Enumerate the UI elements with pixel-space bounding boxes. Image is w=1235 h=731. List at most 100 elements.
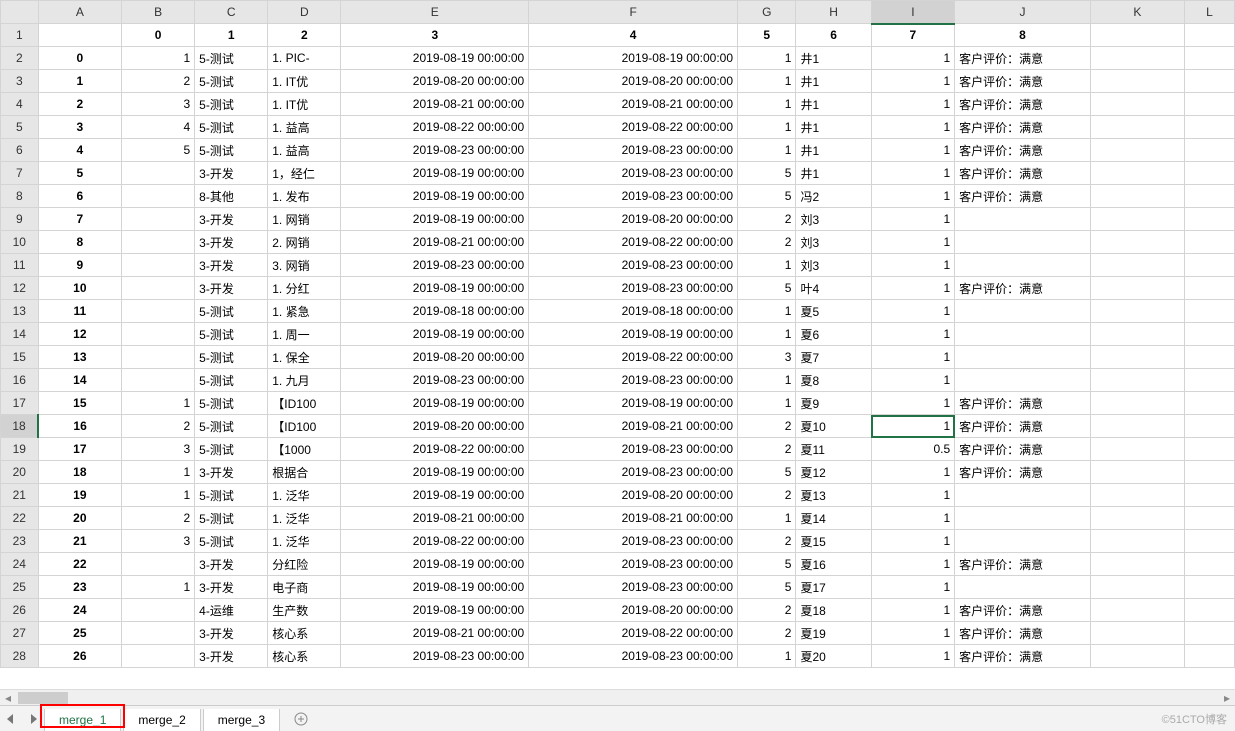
cell-G23[interactable]: 2: [738, 530, 796, 553]
tab-scroll-right-icon[interactable]: [22, 708, 44, 730]
tab-scroll-left-icon[interactable]: [0, 708, 22, 730]
cell-F12[interactable]: 2019-08-23 00:00:00: [529, 277, 738, 300]
row-header-26[interactable]: 26: [1, 599, 39, 622]
column-header-D[interactable]: D: [268, 1, 341, 24]
cell-J6[interactable]: 客户评价：满意: [955, 139, 1091, 162]
cell-A2[interactable]: 0: [38, 47, 122, 70]
row-header-1[interactable]: 1: [1, 24, 39, 47]
cell-K23[interactable]: [1090, 530, 1184, 553]
cell-G28[interactable]: 1: [738, 645, 796, 668]
row-header-28[interactable]: 28: [1, 645, 39, 668]
cell-F15[interactable]: 2019-08-22 00:00:00: [529, 346, 738, 369]
row-header-10[interactable]: 10: [1, 231, 39, 254]
cell-E19[interactable]: 2019-08-22 00:00:00: [341, 438, 529, 461]
cell-A19[interactable]: 17: [38, 438, 122, 461]
cell-K10[interactable]: [1090, 231, 1184, 254]
cell-G3[interactable]: 1: [738, 70, 796, 93]
cell-D14[interactable]: 1. 周一: [268, 323, 341, 346]
cell-J27[interactable]: 客户评价：满意: [955, 622, 1091, 645]
cell-I27[interactable]: 1: [871, 622, 955, 645]
cell-J28[interactable]: 客户评价：满意: [955, 645, 1091, 668]
horizontal-scrollbar[interactable]: ◂ ▸: [0, 689, 1235, 705]
cell-D8[interactable]: 1. 发布: [268, 185, 341, 208]
cell-B11[interactable]: [122, 254, 195, 277]
cell-I12[interactable]: 1: [871, 277, 955, 300]
cell-I3[interactable]: 1: [871, 70, 955, 93]
cell-H26[interactable]: 夏18: [796, 599, 871, 622]
cell-B12[interactable]: [122, 277, 195, 300]
cell-F13[interactable]: 2019-08-18 00:00:00: [529, 300, 738, 323]
cell-K15[interactable]: [1090, 346, 1184, 369]
cell-D25[interactable]: 电子商: [268, 576, 341, 599]
cell-D15[interactable]: 1. 保全: [268, 346, 341, 369]
cell-I18[interactable]: 1: [871, 415, 955, 438]
cell-K24[interactable]: [1090, 553, 1184, 576]
cell-H1[interactable]: 6: [796, 24, 871, 47]
cell-K1[interactable]: [1090, 24, 1184, 47]
cell-A9[interactable]: 7: [38, 208, 122, 231]
cell-G26[interactable]: 2: [738, 599, 796, 622]
row-header-20[interactable]: 20: [1, 461, 39, 484]
cell-E3[interactable]: 2019-08-20 00:00:00: [341, 70, 529, 93]
cell-C26[interactable]: 4-运维: [195, 599, 268, 622]
cell-G16[interactable]: 1: [738, 369, 796, 392]
cell-E14[interactable]: 2019-08-19 00:00:00: [341, 323, 529, 346]
cell-L21[interactable]: [1184, 484, 1234, 507]
cell-E9[interactable]: 2019-08-19 00:00:00: [341, 208, 529, 231]
cell-E28[interactable]: 2019-08-23 00:00:00: [341, 645, 529, 668]
cell-E10[interactable]: 2019-08-21 00:00:00: [341, 231, 529, 254]
cell-F22[interactable]: 2019-08-21 00:00:00: [529, 507, 738, 530]
cell-K25[interactable]: [1090, 576, 1184, 599]
cell-C8[interactable]: 8-其他: [195, 185, 268, 208]
cell-E7[interactable]: 2019-08-19 00:00:00: [341, 162, 529, 185]
cell-C3[interactable]: 5-测试: [195, 70, 268, 93]
cell-E2[interactable]: 2019-08-19 00:00:00: [341, 47, 529, 70]
cell-J17[interactable]: 客户评价：满意: [955, 392, 1091, 415]
row-header-9[interactable]: 9: [1, 208, 39, 231]
cell-B24[interactable]: [122, 553, 195, 576]
row-header-4[interactable]: 4: [1, 93, 39, 116]
cell-B3[interactable]: 2: [122, 70, 195, 93]
cell-B21[interactable]: 1: [122, 484, 195, 507]
cell-H4[interactable]: 井1: [796, 93, 871, 116]
cell-F21[interactable]: 2019-08-20 00:00:00: [529, 484, 738, 507]
row-header-15[interactable]: 15: [1, 346, 39, 369]
cell-B22[interactable]: 2: [122, 507, 195, 530]
cell-J21[interactable]: [955, 484, 1091, 507]
cell-D27[interactable]: 核心系: [268, 622, 341, 645]
cell-G18[interactable]: 2: [738, 415, 796, 438]
cell-L27[interactable]: [1184, 622, 1234, 645]
cell-I20[interactable]: 1: [871, 461, 955, 484]
cell-B17[interactable]: 1: [122, 392, 195, 415]
cell-E27[interactable]: 2019-08-21 00:00:00: [341, 622, 529, 645]
cell-E25[interactable]: 2019-08-19 00:00:00: [341, 576, 529, 599]
cell-A5[interactable]: 3: [38, 116, 122, 139]
cell-H3[interactable]: 井1: [796, 70, 871, 93]
cell-J23[interactable]: [955, 530, 1091, 553]
cell-G10[interactable]: 2: [738, 231, 796, 254]
cell-D26[interactable]: 生产数: [268, 599, 341, 622]
row-header-7[interactable]: 7: [1, 162, 39, 185]
cell-I13[interactable]: 1: [871, 300, 955, 323]
cell-B18[interactable]: 2: [122, 415, 195, 438]
cell-A14[interactable]: 12: [38, 323, 122, 346]
cell-B27[interactable]: [122, 622, 195, 645]
cell-C11[interactable]: 3-开发: [195, 254, 268, 277]
cell-L13[interactable]: [1184, 300, 1234, 323]
cell-I4[interactable]: 1: [871, 93, 955, 116]
cell-D16[interactable]: 1. 九月: [268, 369, 341, 392]
cell-F18[interactable]: 2019-08-21 00:00:00: [529, 415, 738, 438]
cell-B9[interactable]: [122, 208, 195, 231]
cell-A26[interactable]: 24: [38, 599, 122, 622]
row-header-6[interactable]: 6: [1, 139, 39, 162]
column-header-G[interactable]: G: [738, 1, 796, 24]
cell-G25[interactable]: 5: [738, 576, 796, 599]
cell-B26[interactable]: [122, 599, 195, 622]
cell-D10[interactable]: 2. 网销: [268, 231, 341, 254]
cell-H28[interactable]: 夏20: [796, 645, 871, 668]
cell-B7[interactable]: [122, 162, 195, 185]
cell-G17[interactable]: 1: [738, 392, 796, 415]
cell-A22[interactable]: 20: [38, 507, 122, 530]
cell-E6[interactable]: 2019-08-23 00:00:00: [341, 139, 529, 162]
cell-A18[interactable]: 16: [38, 415, 122, 438]
